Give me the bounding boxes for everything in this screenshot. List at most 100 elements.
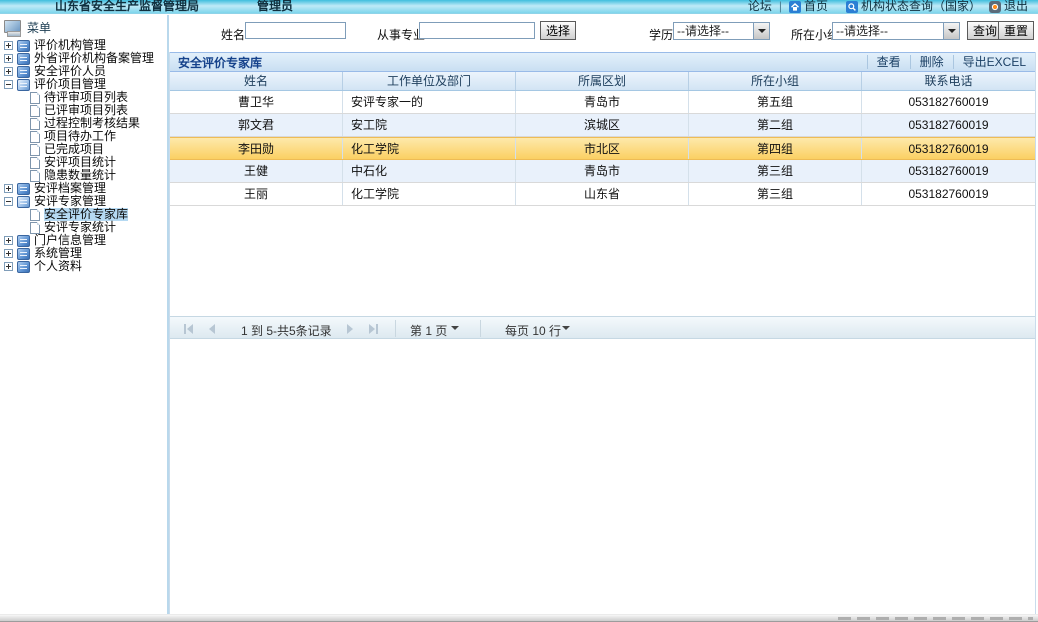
app-window: { "window": { "title": "山东省安全生产监督管理局", "…: [0, 0, 1038, 622]
tree-root: 菜单: [0, 15, 167, 39]
tree-item[interactable]: 系统管理: [0, 247, 167, 260]
table-row[interactable]: 郭文君安工院滨城区第二组053182760019: [170, 114, 1035, 137]
top-bar: 山东省安全生产监督管理局 管理员 论坛 | 首页 机构状态查询（国家） 退出: [0, 0, 1038, 14]
view-button[interactable]: 查看: [867, 55, 910, 69]
horizontal-scrollbar[interactable]: [838, 617, 1033, 620]
page-icon: [30, 105, 40, 117]
column-header[interactable]: 联系电话: [862, 72, 1035, 90]
tree-item[interactable]: 门户信息管理: [0, 234, 167, 247]
org-status-link[interactable]: 机构状态查询（国家）: [846, 0, 981, 13]
table-cell: 安评专家一的: [343, 91, 516, 113]
page-size: 每页 10 行: [505, 322, 561, 339]
table-cell: 第五组: [689, 91, 862, 113]
expand-icon[interactable]: [4, 184, 13, 193]
forum-link[interactable]: 论坛: [748, 0, 772, 13]
reset-button[interactable]: 重置: [998, 21, 1034, 40]
folder-icon: [17, 79, 30, 91]
computer-icon: [4, 20, 24, 35]
table-row[interactable]: 李田勋化工学院市北区第四组053182760019: [170, 137, 1035, 160]
table-row[interactable]: 曹卫华安评专家一的青岛市第五组053182760019: [170, 91, 1035, 114]
collapse-icon[interactable]: [4, 80, 13, 89]
select-profession-button[interactable]: 选择: [540, 21, 576, 40]
column-header[interactable]: 所属区划: [516, 72, 689, 90]
education-select[interactable]: --请选择--: [673, 22, 770, 40]
column-header[interactable]: 姓名: [170, 72, 343, 90]
group-select[interactable]: --请选择--: [832, 22, 960, 40]
last-page-button[interactable]: [365, 321, 380, 336]
name-label: 姓名: [221, 26, 245, 43]
education-dropdown-icon[interactable]: [753, 23, 769, 39]
profession-label: 从事专业: [377, 26, 425, 43]
group-select-value: --请选择--: [836, 24, 888, 38]
folder-icon: [17, 235, 30, 247]
tree-item[interactable]: 个人资料: [0, 260, 167, 273]
table-header-row: 姓名工作单位及部门所属区划所在小组联系电话: [170, 72, 1035, 91]
logged-in-user: 管理员: [257, 0, 293, 13]
prev-page-button[interactable]: [205, 321, 220, 336]
page-icon: [30, 144, 40, 156]
table-cell: 市北区: [516, 138, 689, 159]
page-icon: [30, 222, 40, 234]
folder-icon: [17, 248, 30, 260]
expand-icon[interactable]: [4, 262, 13, 271]
expand-icon[interactable]: [4, 54, 13, 63]
group-dropdown-icon[interactable]: [943, 23, 959, 39]
table-cell: 青岛市: [516, 160, 689, 182]
pagination-separator-2: [480, 320, 481, 337]
table-cell: 053182760019: [862, 91, 1035, 113]
table-cell: 053182760019: [862, 138, 1035, 159]
column-header[interactable]: 所在小组: [689, 72, 862, 90]
tree-root-label: 菜单: [27, 19, 51, 36]
folder-icon: [17, 40, 30, 52]
table-cell: 053182760019: [862, 183, 1035, 205]
logout-icon: [989, 1, 1001, 13]
table-cell: 王健: [170, 160, 343, 182]
first-page-button[interactable]: [182, 321, 197, 336]
current-page: 第 1 页: [410, 322, 447, 339]
next-page-button[interactable]: [342, 321, 357, 336]
education-label: 学历: [649, 26, 673, 43]
table-cell: 化工学院: [343, 138, 516, 159]
page-dropdown-icon[interactable]: [451, 326, 459, 330]
app-title: 山东省安全生产监督管理局: [55, 0, 199, 13]
grid-panel: 安全评价专家库 查看 删除 导出EXCEL 姓名工作单位及部门所属区划所在小组联…: [169, 52, 1036, 614]
folder-icon: [17, 183, 30, 195]
table-cell: 青岛市: [516, 91, 689, 113]
folder-icon: [17, 261, 30, 273]
page-size-dropdown-icon[interactable]: [562, 326, 570, 330]
table-cell: 山东省: [516, 183, 689, 205]
page-icon: [30, 209, 40, 221]
tree-item-label[interactable]: 个人资料: [34, 260, 82, 273]
pagination-separator: [395, 320, 396, 337]
profession-input[interactable]: [419, 22, 535, 39]
table-cell: 053182760019: [862, 160, 1035, 182]
expand-icon[interactable]: [4, 41, 13, 50]
search-status-icon: [846, 1, 858, 13]
table-cell: 安工院: [343, 114, 516, 136]
logout-link[interactable]: 退出: [989, 0, 1028, 13]
column-header[interactable]: 工作单位及部门: [343, 72, 516, 90]
main-area: 姓名 从事专业 选择 学历 --请选择-- 所在小组 --请选择-- 查询 重置…: [169, 15, 1036, 614]
collapse-icon[interactable]: [4, 197, 13, 206]
page-icon: [30, 157, 40, 169]
table-row[interactable]: 王丽化工学院山东省第三组053182760019: [170, 183, 1035, 206]
home-link[interactable]: 首页: [789, 0, 828, 13]
table-cell: 王丽: [170, 183, 343, 205]
expand-icon[interactable]: [4, 249, 13, 258]
panel-title: 安全评价专家库: [178, 54, 867, 71]
page-icon: [30, 131, 40, 143]
expand-icon[interactable]: [4, 236, 13, 245]
records-summary: 1 到 5-共5条记录: [241, 322, 332, 339]
folder-icon: [17, 196, 30, 208]
table-row[interactable]: 王健中石化青岛市第三组053182760019: [170, 160, 1035, 183]
name-input[interactable]: [245, 22, 346, 39]
table-cell: 郭文君: [170, 114, 343, 136]
delete-button[interactable]: 删除: [910, 55, 953, 69]
panel-empty-space: [170, 339, 1035, 614]
export-excel-button[interactable]: 导出EXCEL: [953, 55, 1035, 69]
folder-icon: [17, 66, 30, 78]
sidebar: 菜单 评价机构管理外省评价机构备案管理安全评价人员评价项目管理待评审项目列表已评…: [0, 15, 167, 614]
expand-icon[interactable]: [4, 67, 13, 76]
pagination-bar: 1 到 5-共5条记录 第 1 页 每页 10 行: [170, 316, 1035, 339]
table-cell: 053182760019: [862, 114, 1035, 136]
